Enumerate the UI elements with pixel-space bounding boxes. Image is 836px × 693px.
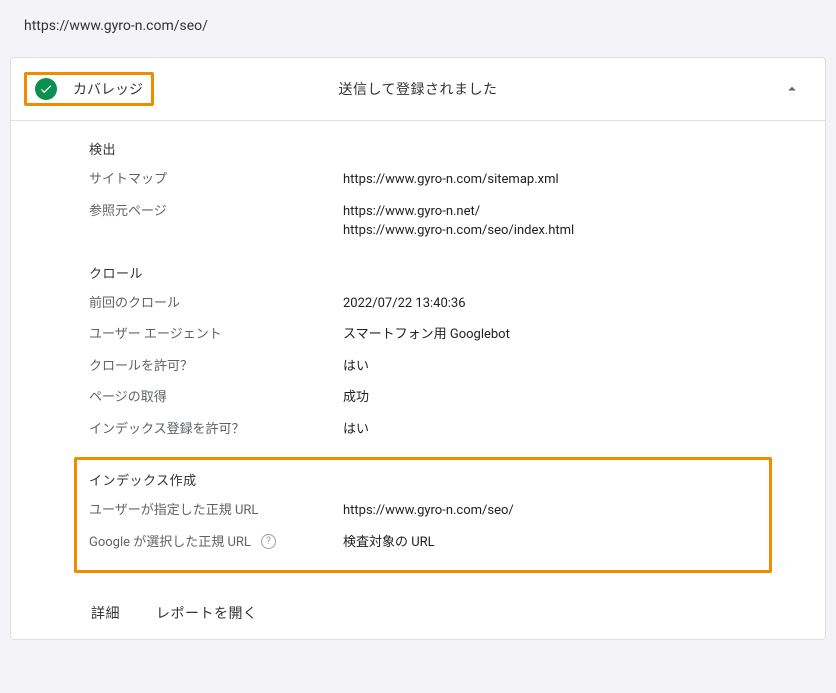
label-sitemap: サイトマップ — [89, 170, 343, 190]
section-detection-title: 検出 — [89, 139, 757, 158]
value-lastcrawl: 2022/07/22 13:40:36 — [343, 294, 757, 314]
row-useragent: ユーザー エージェント スマートフォン用 Googlebot — [89, 325, 757, 345]
card-header[interactable]: カバレッジ 送信して登録されました — [11, 58, 825, 121]
value-usercanonical: https://www.gyro-n.com/seo/ — [343, 501, 757, 521]
label-crawlallowed: クロールを許可？ — [89, 357, 343, 377]
section-crawl-title: クロール — [89, 263, 757, 282]
value-crawlallowed: はい — [343, 357, 757, 377]
page-container: https://www.gyro-n.com/seo/ カバレッジ 送信して登録… — [10, 10, 826, 640]
label-useragent: ユーザー エージェント — [89, 325, 343, 345]
coverage-card: カバレッジ 送信して登録されました 検出 サイトマップ https://www.… — [10, 57, 826, 640]
card-footer: 詳細 レポートを開く — [11, 591, 825, 639]
highlight-box-indexing: インデックス作成 ユーザーが指定した正規 URL https://www.gyr… — [74, 457, 772, 573]
row-googlecanonical: Google が選択した正規 URL ? 検査対象の URL — [89, 533, 757, 553]
row-usercanonical: ユーザーが指定した正規 URL https://www.gyro-n.com/s… — [89, 501, 757, 521]
row-pagefetch: ページの取得 成功 — [89, 388, 757, 408]
open-report-button[interactable]: レポートを開く — [156, 603, 258, 623]
section-indexing-title: インデックス作成 — [89, 470, 757, 489]
value-useragent: スマートフォン用 Googlebot — [343, 325, 757, 345]
check-circle-icon — [35, 78, 57, 100]
label-googlecanonical: Google が選択した正規 URL ? — [89, 533, 343, 553]
value-indexallowed: はい — [343, 420, 757, 440]
label-lastcrawl: 前回のクロール — [89, 294, 343, 314]
value-pagefetch: 成功 — [343, 388, 757, 408]
row-indexallowed: インデックス登録を許可？ はい — [89, 420, 757, 440]
label-pagefetch: ページの取得 — [89, 388, 343, 408]
help-icon[interactable]: ? — [261, 534, 276, 549]
value-sitemap: https://www.gyro-n.com/sitemap.xml — [343, 170, 757, 190]
row-sitemap: サイトマップ https://www.gyro-n.com/sitemap.xm… — [89, 170, 757, 190]
label-usercanonical: ユーザーが指定した正規 URL — [89, 501, 343, 521]
row-lastcrawl: 前回のクロール 2022/07/22 13:40:36 — [89, 294, 757, 314]
value-referrer: https://www.gyro-n.net/ https://www.gyro… — [343, 202, 757, 241]
row-referrer: 参照元ページ https://www.gyro-n.net/ https://w… — [89, 202, 757, 241]
header-title: カバレッジ — [73, 79, 143, 99]
label-referrer: 参照元ページ — [89, 202, 343, 241]
url-bar: https://www.gyro-n.com/seo/ — [10, 10, 826, 42]
header-status: 送信して登録されました — [338, 79, 497, 99]
card-body: 検出 サイトマップ https://www.gyro-n.com/sitemap… — [11, 121, 825, 591]
highlight-box-header: カバレッジ — [24, 72, 154, 106]
details-button[interactable]: 詳細 — [91, 603, 120, 623]
value-googlecanonical: 検査対象の URL — [343, 533, 757, 553]
chevron-up-icon[interactable] — [783, 80, 801, 98]
label-indexallowed: インデックス登録を許可？ — [89, 420, 343, 440]
row-crawlallowed: クロールを許可？ はい — [89, 357, 757, 377]
